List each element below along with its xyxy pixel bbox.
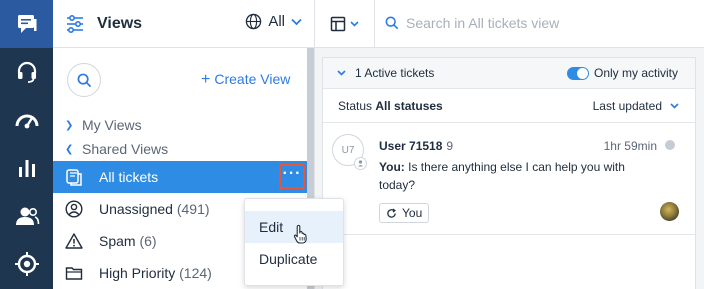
ticket-message-count: 9 bbox=[446, 139, 454, 153]
view-more-button[interactable]: ··· bbox=[279, 164, 305, 189]
rail-item-inbox[interactable] bbox=[0, 0, 53, 48]
sliders-icon[interactable] bbox=[65, 14, 85, 34]
toggle-knob bbox=[577, 68, 588, 79]
assignee-chip[interactable]: You bbox=[379, 203, 430, 223]
group-my-views-label: My Views bbox=[82, 117, 142, 133]
views-search-button[interactable] bbox=[67, 63, 101, 97]
headset-icon bbox=[17, 61, 36, 83]
ticket-time: 1hr 59min bbox=[603, 139, 657, 153]
tickets-panel: 1 Active tickets Only my activity Status… bbox=[322, 57, 696, 289]
warning-icon bbox=[65, 233, 83, 249]
rail-item-settings[interactable] bbox=[0, 240, 53, 288]
group-my-views[interactable]: ❯ My Views bbox=[65, 117, 142, 133]
contacts-icon bbox=[15, 207, 39, 225]
ticket-row[interactable]: U7 User 71518 9 1hr 59min You: Is there a… bbox=[323, 123, 695, 235]
refresh-icon bbox=[387, 207, 396, 218]
rail-item-headset[interactable] bbox=[0, 48, 53, 96]
rail-item-contacts[interactable] bbox=[0, 192, 53, 240]
view-item-label: Unassigned bbox=[99, 201, 173, 217]
only-my-activity-label: Only my activity bbox=[594, 66, 679, 80]
assignee-chip-label: You bbox=[402, 206, 423, 220]
user-icon bbox=[65, 200, 83, 218]
rail-item-dashboard[interactable] bbox=[0, 96, 53, 144]
create-view-link[interactable]: + Create View bbox=[201, 71, 290, 89]
search-icon bbox=[77, 73, 91, 87]
menu-item-duplicate[interactable]: Duplicate bbox=[245, 243, 343, 275]
only-my-activity-toggle[interactable] bbox=[567, 67, 589, 80]
status-value: All statuses bbox=[375, 99, 443, 113]
folder-icon bbox=[65, 267, 83, 280]
sort-select[interactable]: Last updated bbox=[593, 99, 679, 113]
agent-avatar bbox=[660, 202, 679, 221]
tickets-filter-bar: Status All statuses Last updated bbox=[323, 89, 695, 123]
status-filter[interactable]: Status All statuses bbox=[338, 99, 443, 113]
globe-icon bbox=[246, 13, 262, 30]
left-rail bbox=[0, 0, 53, 289]
view-item-label: High Priority bbox=[99, 265, 176, 281]
status-label: Status bbox=[338, 99, 373, 113]
status-dot-icon bbox=[665, 140, 675, 150]
active-tickets-label: 1 Active tickets bbox=[355, 66, 435, 80]
ticket-search-input[interactable]: Search in All tickets view bbox=[385, 15, 559, 31]
settings-icon bbox=[14, 252, 39, 276]
ticket-user-name: User 71518 bbox=[379, 139, 443, 153]
views-title: Views bbox=[97, 15, 143, 32]
dashboard-icon bbox=[15, 114, 38, 129]
view-item-label: Spam bbox=[99, 233, 136, 249]
group-shared-views-label: Shared Views bbox=[82, 141, 169, 157]
inbox-icon bbox=[17, 15, 36, 33]
ticket-message: Is there anything else I can help you wi… bbox=[379, 160, 625, 192]
view-item-count: (491) bbox=[176, 201, 210, 217]
chevron-down-icon: ❮ bbox=[65, 143, 74, 155]
chevron-down-icon bbox=[337, 70, 346, 76]
view-item-count: (124) bbox=[179, 265, 212, 281]
chevron-down-icon bbox=[350, 21, 359, 27]
ticket-message-prefix: You: bbox=[379, 160, 405, 174]
search-icon bbox=[385, 16, 399, 30]
top-bar: Search in All tickets view bbox=[315, 0, 704, 48]
chevron-right-icon: ❯ bbox=[65, 119, 74, 131]
layout-toggle-button[interactable] bbox=[315, 0, 375, 48]
user-badge-icon bbox=[354, 157, 367, 170]
view-item-label: All tickets bbox=[99, 169, 159, 185]
chevron-down-icon bbox=[670, 103, 679, 109]
hand-cursor-icon bbox=[293, 224, 307, 244]
views-filter-value: All bbox=[268, 13, 285, 30]
active-tickets-toggle[interactable]: 1 Active tickets bbox=[337, 66, 434, 80]
rail-item-reports[interactable] bbox=[0, 144, 53, 192]
view-item-all-tickets[interactable]: All tickets ··· bbox=[53, 161, 308, 193]
layout-icon bbox=[330, 16, 346, 32]
tickets-header: 1 Active tickets Only my activity bbox=[323, 58, 695, 89]
chevron-down-icon bbox=[291, 18, 302, 25]
reports-icon bbox=[18, 160, 35, 177]
view-item-count: (6) bbox=[139, 233, 157, 249]
group-shared-views[interactable]: ❮ Shared Views bbox=[65, 141, 168, 157]
sort-label: Last updated bbox=[592, 99, 662, 113]
views-header: Views All bbox=[53, 0, 314, 48]
create-view-label: Create View bbox=[214, 71, 291, 87]
views-filter-select[interactable]: All bbox=[245, 13, 302, 30]
plus-icon: + bbox=[201, 71, 211, 88]
search-placeholder: Search in All tickets view bbox=[406, 15, 560, 31]
tickets-icon bbox=[66, 169, 82, 186]
